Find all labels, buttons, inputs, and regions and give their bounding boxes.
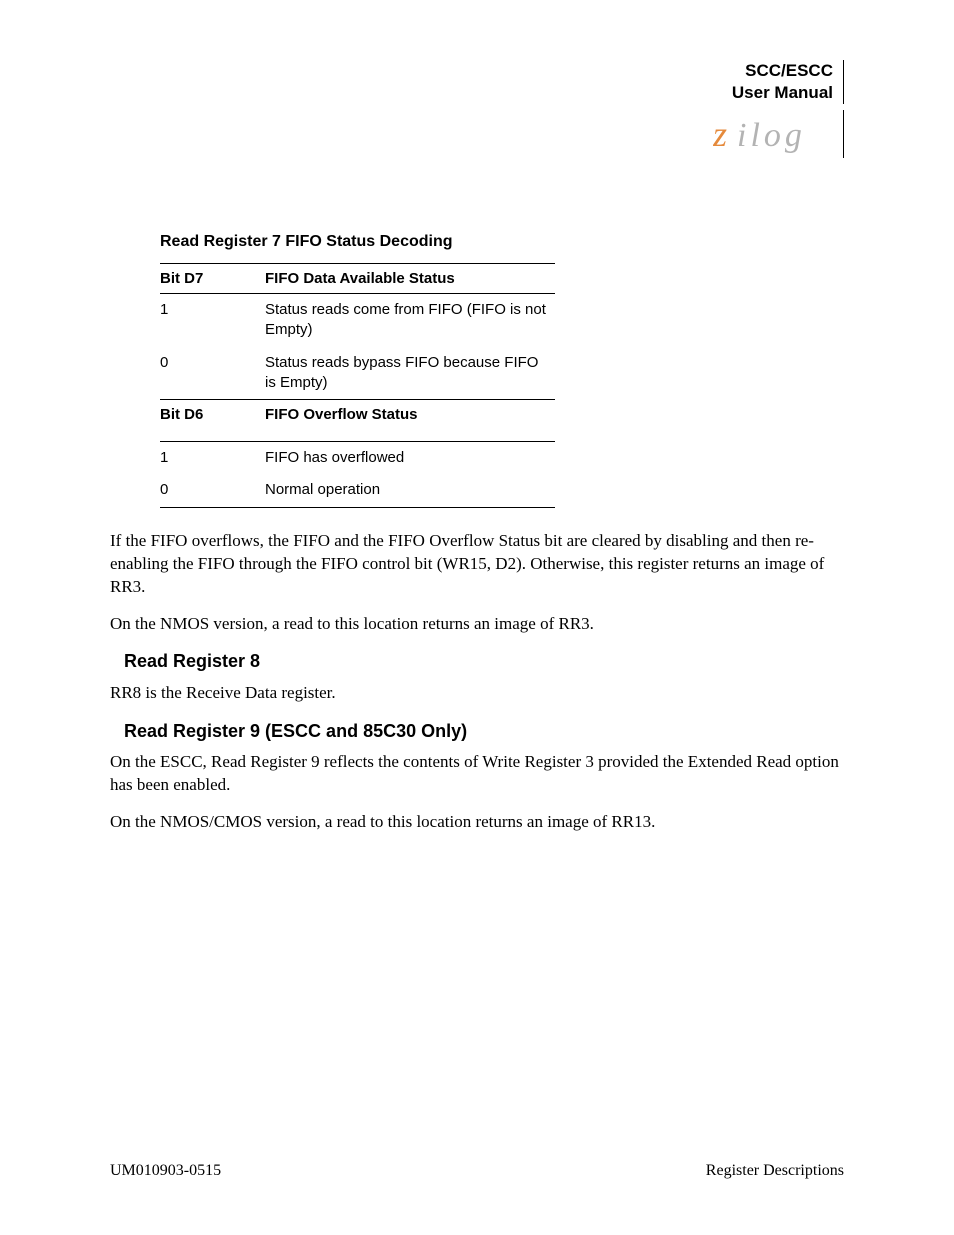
svg-text:z: z bbox=[713, 114, 729, 154]
table-header-desc: FIFO Overflow Status bbox=[265, 400, 555, 442]
table-cell-desc: Normal operation bbox=[265, 474, 555, 507]
section-heading-rr9: Read Register 9 (ESCC and 85C30 Only) bbox=[124, 719, 844, 743]
paragraph: On the NMOS version, a read to this loca… bbox=[110, 613, 844, 636]
doc-title-line2: User Manual bbox=[732, 83, 833, 102]
table-cell-desc: FIFO has overflowed bbox=[265, 442, 555, 475]
doc-title-line1: SCC/ESCC bbox=[745, 61, 833, 80]
page-header: SCC/ESCC User Manual z ilog bbox=[110, 60, 844, 163]
table-cell-bit: 0 bbox=[160, 347, 265, 400]
paragraph: On the NMOS/CMOS version, a read to this… bbox=[110, 811, 844, 834]
paragraph: If the FIFO overflows, the FIFO and the … bbox=[110, 530, 844, 599]
footer-section: Register Descriptions bbox=[706, 1162, 844, 1180]
doc-title: SCC/ESCC User Manual bbox=[732, 60, 844, 104]
table-cell-bit: 1 bbox=[160, 442, 265, 475]
table-title: Read Register 7 FIFO Status Decoding bbox=[160, 233, 844, 251]
table-header-desc: FIFO Data Available Status bbox=[265, 264, 555, 294]
paragraph: On the ESCC, Read Register 9 reflects th… bbox=[110, 751, 844, 797]
table-cell-desc: Status reads come from FIFO (FIFO is not… bbox=[265, 294, 555, 347]
table-cell-desc: Status reads bypass FIFO because FIFO is… bbox=[265, 347, 555, 400]
section-heading-rr8: Read Register 8 bbox=[124, 649, 844, 673]
body-text: If the FIFO overflows, the FIFO and the … bbox=[110, 530, 844, 834]
table-cell-bit: 0 bbox=[160, 474, 265, 507]
table-cell-bit: 1 bbox=[160, 294, 265, 347]
status-table: Bit D7 FIFO Data Available Status 1 Stat… bbox=[160, 263, 555, 508]
page-footer: UM010903-0515 Register Descriptions bbox=[110, 1162, 844, 1180]
table-header-bit: Bit D6 bbox=[160, 400, 265, 442]
footer-docnum: UM010903-0515 bbox=[110, 1162, 221, 1180]
content: Read Register 7 FIFO Status Decoding Bit… bbox=[160, 233, 844, 508]
table-header-bit: Bit D7 bbox=[160, 264, 265, 294]
svg-text:ilog: ilog bbox=[737, 117, 806, 154]
paragraph: RR8 is the Receive Data register. bbox=[110, 682, 844, 705]
zilog-logo-icon: z ilog bbox=[713, 110, 844, 158]
